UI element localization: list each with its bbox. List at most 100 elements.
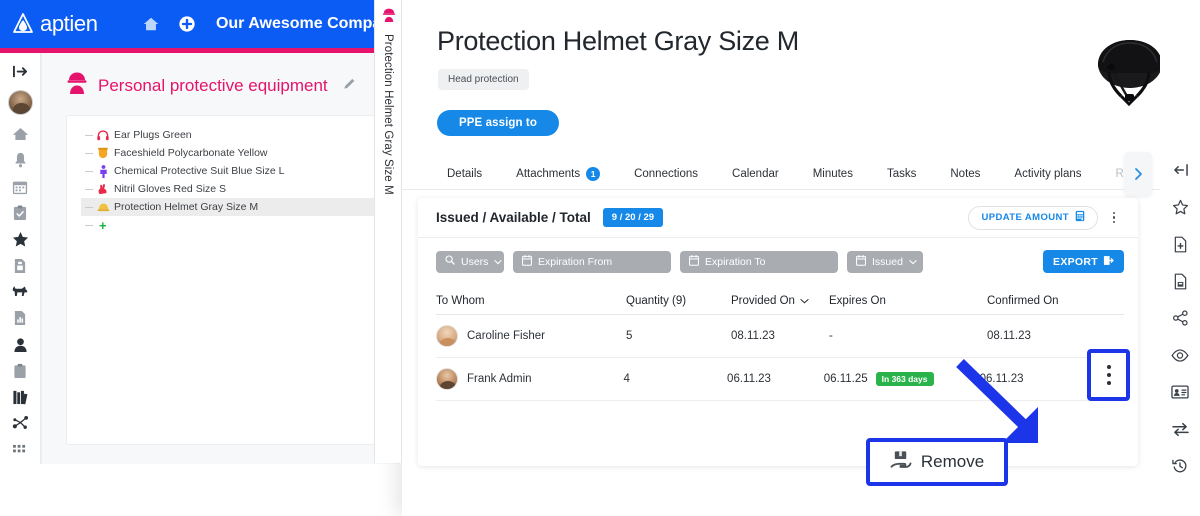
card-kebab-menu-icon[interactable] [1104, 206, 1124, 230]
tab-attachments[interactable]: Attachments 1 [499, 158, 617, 190]
filter-label: Users [461, 255, 489, 268]
id-card-icon[interactable] [1168, 382, 1192, 402]
tree-item-faceshield[interactable]: Faceshield Polycarbonate Yellow [81, 144, 400, 162]
table-header-row: To Whom Quantity (9) Provided On Expires… [436, 287, 1124, 315]
tree-item-label: Chemical Protective Suit Blue Size L [114, 165, 285, 177]
share-icon[interactable] [1168, 308, 1192, 328]
person-icon[interactable] [5, 332, 35, 356]
star-icon[interactable] [5, 227, 35, 251]
avatar [436, 368, 458, 390]
tab-notes[interactable]: Notes [933, 158, 997, 190]
books-icon[interactable] [5, 385, 35, 409]
brand-logo[interactable]: aptien [0, 11, 98, 37]
card-title: Issued / Available / Total [436, 210, 591, 225]
tree-add-item[interactable]: + [81, 216, 400, 234]
remove-menu-item[interactable]: Remove [866, 438, 1008, 486]
transfer-icon[interactable] [1168, 419, 1192, 439]
suit-icon [96, 164, 110, 178]
tab-label: Notes [950, 168, 981, 180]
vertical-record-tab[interactable]: Protection Helmet Gray Size M [374, 0, 402, 463]
cell-provided-on: 08.11.23 [731, 330, 775, 342]
eye-icon[interactable] [1168, 345, 1192, 365]
user-avatar[interactable] [7, 90, 33, 115]
grid-icon[interactable] [5, 438, 35, 462]
table-row[interactable]: Caroline Fisher 5 08.11.23 - 08.11.23 [436, 315, 1124, 358]
calendar-icon [856, 254, 866, 269]
report-icon[interactable] [5, 306, 35, 330]
chevron-down-icon [800, 295, 809, 307]
cell-to-whom: Caroline Fisher [436, 325, 626, 347]
amount-badge: 9 / 20 / 29 [602, 208, 664, 227]
cell-to-whom: Frank Admin [436, 368, 623, 390]
helmet-icon [96, 202, 110, 212]
vertical-tab-label: Protection Helmet Gray Size M [382, 34, 394, 195]
calendar-icon[interactable] [5, 174, 35, 198]
export-button[interactable]: EXPORT [1043, 250, 1124, 273]
screen-root: aptien Our Awesome Company Personal prot… [0, 0, 1200, 516]
filter-users[interactable]: Users [436, 250, 504, 273]
chevron-right-icon[interactable] [1124, 152, 1152, 196]
star-icon[interactable] [1168, 197, 1192, 217]
clipboard-icon[interactable] [5, 359, 35, 383]
tab-minutes[interactable]: Minutes [796, 158, 870, 190]
document-save-icon[interactable] [1168, 271, 1192, 291]
document-add-icon[interactable] [1168, 234, 1192, 254]
tree-item-nitril-gloves[interactable]: Nitril Gloves Red Size S [81, 180, 400, 198]
tab-bar: Details Attachments 1 Connections Calend… [402, 152, 1200, 196]
collapse-left-icon[interactable] [1168, 160, 1192, 180]
tab-label: Minutes [812, 168, 853, 180]
expires-value: 06.11.25 [823, 373, 868, 385]
chevron-down-icon [909, 256, 917, 268]
top-navigation-bar: aptien Our Awesome Company [0, 0, 400, 48]
tree-connector [85, 206, 93, 208]
bell-icon[interactable] [5, 148, 35, 172]
clipboard-check-icon[interactable] [5, 201, 35, 225]
tree-item-label: Protection Helmet Gray Size M [114, 201, 259, 213]
molecule-icon[interactable] [5, 411, 35, 435]
home-icon[interactable] [136, 7, 166, 41]
remove-hand-box-icon [890, 450, 912, 475]
highlighted-row-kebab-menu-icon[interactable] [1087, 349, 1130, 401]
plus-circle-icon[interactable] [172, 7, 202, 41]
tab-tasks[interactable]: Tasks [870, 158, 933, 190]
update-amount-button[interactable]: UPDATE AMOUNT [968, 205, 1098, 230]
history-icon[interactable] [1168, 456, 1192, 476]
export-icon [1103, 255, 1114, 269]
tree-item-protection-helmet[interactable]: Protection Helmet Gray Size M [81, 198, 400, 216]
filter-expiration-from[interactable]: Expiration From [513, 250, 671, 273]
tab-label: Tasks [886, 168, 917, 180]
tab-calendar[interactable]: Calendar [715, 158, 796, 190]
avatar [436, 325, 458, 347]
filter-expiration-to[interactable]: Expiration To [680, 250, 838, 273]
pencil-icon[interactable] [342, 76, 357, 96]
tab-activity-plans[interactable]: Activity plans [997, 158, 1098, 190]
tree-item-chemical-suit[interactable]: Chemical Protective Suit Blue Size L [81, 162, 400, 180]
dog-icon[interactable] [5, 280, 35, 304]
expand-panel-icon[interactable] [5, 59, 35, 83]
tab-details[interactable]: Details [430, 158, 499, 190]
tab-connections[interactable]: Connections [617, 158, 715, 190]
filter-issued[interactable]: Issued [847, 250, 923, 273]
tab-label: Activity plans [1014, 168, 1082, 180]
tree-connector [85, 134, 93, 136]
column-to-whom: To Whom [436, 294, 485, 307]
tab-label: Details [447, 168, 483, 180]
category-tag: Head protection [438, 69, 529, 90]
card-header: Issued / Available / Total 9 / 20 / 29 U… [418, 198, 1138, 238]
document-icon[interactable] [5, 253, 35, 277]
column-provided-on[interactable]: Provided On [731, 295, 829, 307]
person-name: Caroline Fisher [467, 330, 545, 342]
update-amount-label: UPDATE AMOUNT [981, 212, 1069, 223]
home-icon[interactable] [5, 122, 35, 146]
ppe-assign-to-button[interactable]: PPE assign to [437, 110, 559, 136]
left-icon-rail [0, 53, 41, 464]
tree-item-label: Faceshield Polycarbonate Yellow [114, 147, 268, 159]
company-name[interactable]: Our Awesome Company [216, 15, 400, 33]
tree-connector [85, 170, 93, 172]
right-icon-rail [1160, 0, 1200, 516]
calendar-icon [522, 254, 532, 269]
left-panel-header: Personal protective equipment [42, 53, 400, 100]
plus-icon: + [99, 217, 107, 233]
tree-item-ear-plugs[interactable]: Ear Plugs Green [81, 126, 400, 144]
background-application: aptien Our Awesome Company Personal prot… [0, 0, 400, 464]
